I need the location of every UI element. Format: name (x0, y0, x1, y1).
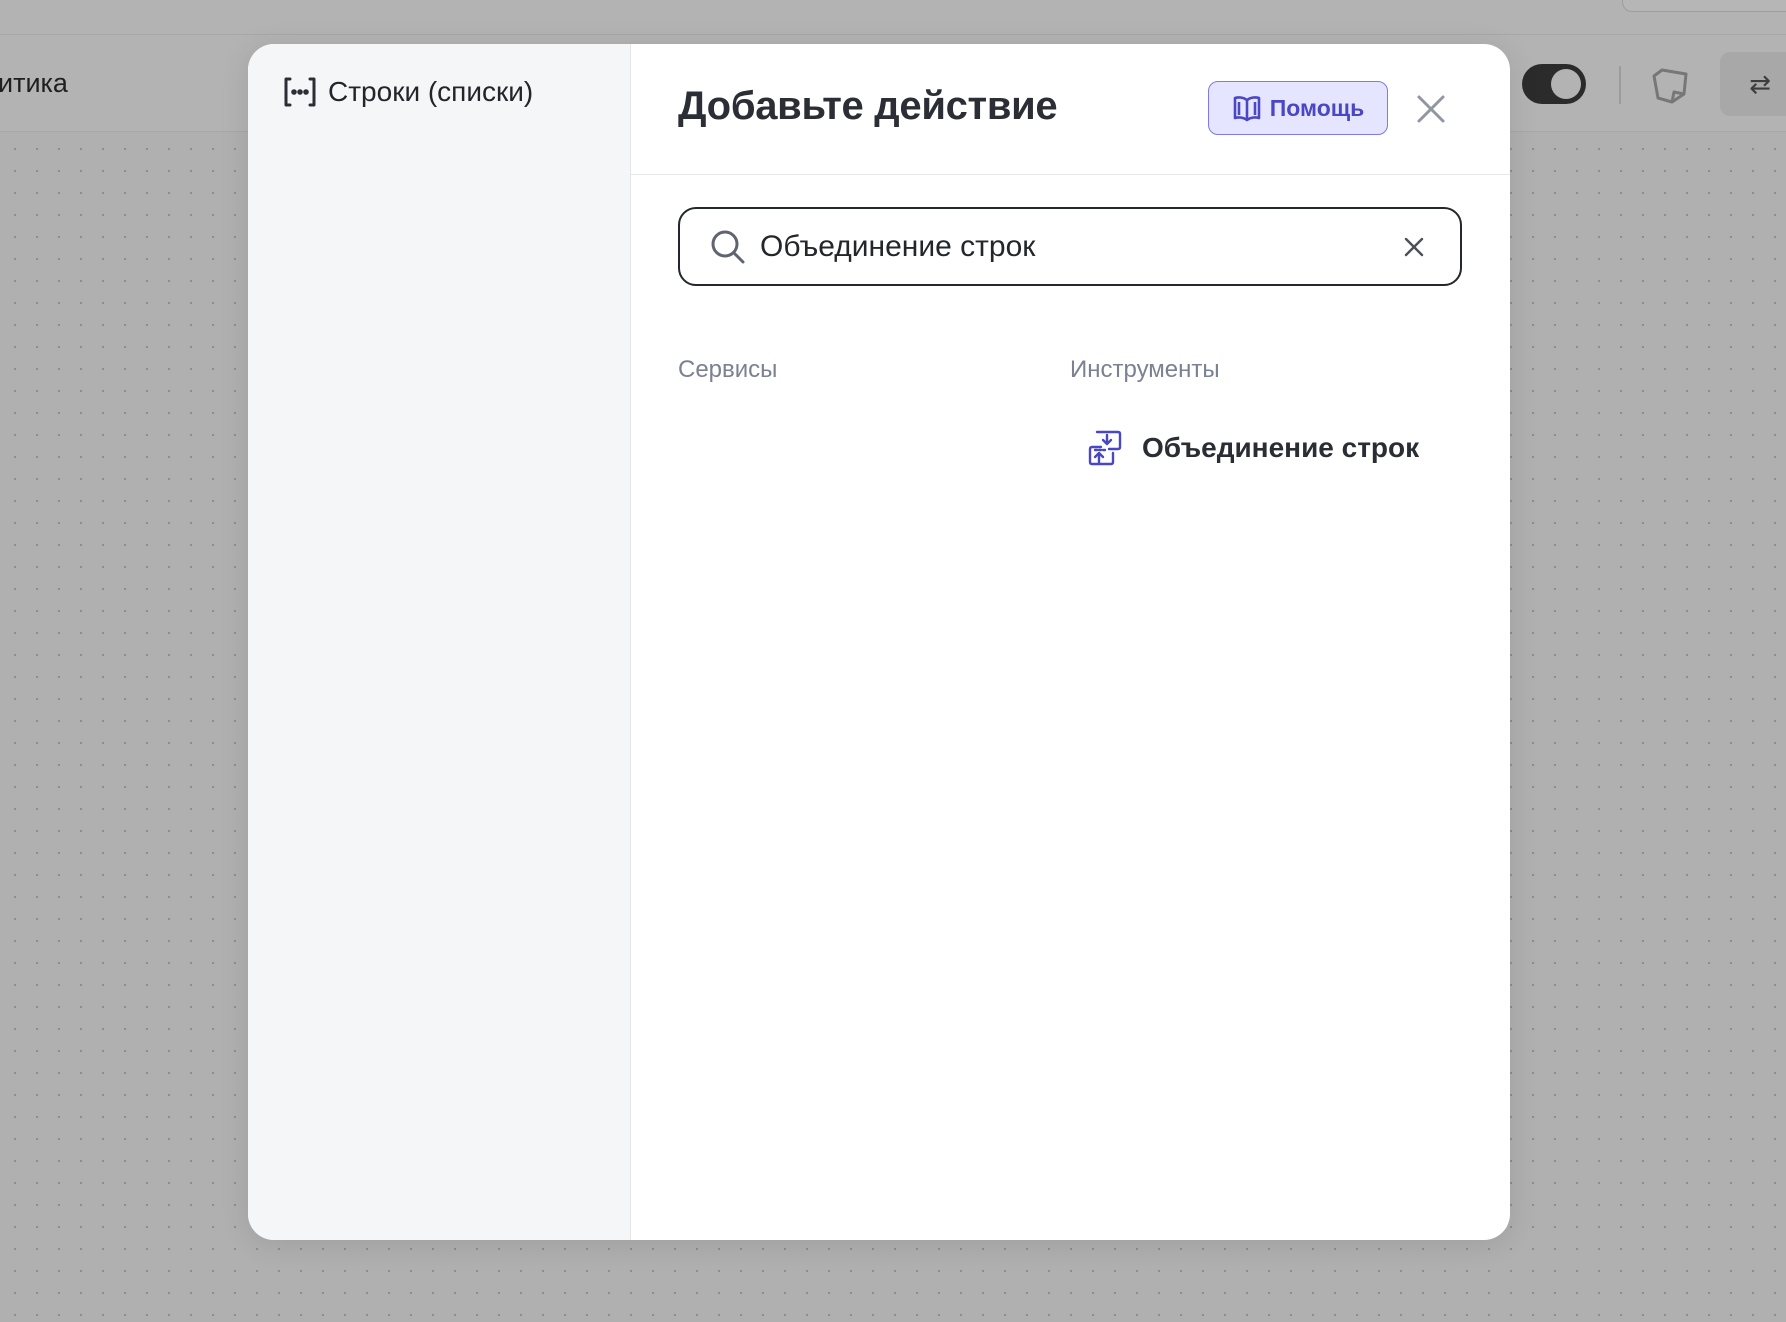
clear-search-button[interactable] (1400, 233, 1428, 261)
swap-button[interactable]: ⇄ (1720, 52, 1786, 116)
tool-result-item[interactable]: Объединение строк (1087, 428, 1419, 468)
tool-result-label: Объединение строк (1142, 432, 1420, 463)
modal-main: Добавьте действие Помощь Объединение стр… (631, 44, 1510, 1240)
toggle-knob (1551, 69, 1581, 99)
sidebar-item-strings[interactable]: Строки (списки) (282, 74, 533, 110)
modal-header: Добавьте действие Помощь (631, 44, 1510, 175)
help-button[interactable]: Помощь (1208, 81, 1388, 135)
book-icon (1233, 96, 1261, 122)
background-page-title: итика (0, 68, 68, 98)
merge-strings-icon (1088, 430, 1122, 466)
top-strip-pill[interactable] (1622, 0, 1786, 12)
sidebar-item-label: Строки (списки) (328, 76, 534, 107)
clear-icon (1404, 237, 1424, 257)
search-field[interactable] (678, 207, 1462, 286)
category-sidebar: Строки (списки) (248, 44, 631, 1240)
search-input[interactable] (760, 223, 1390, 271)
services-column-header: Сервисы (678, 356, 778, 383)
sticky-note-icon (1652, 68, 1688, 104)
help-button-label: Помощь (1269, 94, 1365, 121)
notes-button[interactable] (1648, 64, 1692, 106)
close-icon (1417, 95, 1445, 123)
tools-column-header: Инструменты (1070, 356, 1220, 383)
search-icon (711, 230, 745, 264)
mode-toggle[interactable] (1522, 64, 1586, 104)
brackets-dots-icon (284, 77, 316, 107)
add-action-modal: Строки (списки) Добавьте действие Помощь (248, 44, 1510, 1240)
modal-title: Добавьте действие (678, 84, 1058, 128)
toolbar-divider (1619, 66, 1621, 104)
close-button[interactable] (1411, 89, 1451, 129)
top-strip (0, 0, 1786, 35)
